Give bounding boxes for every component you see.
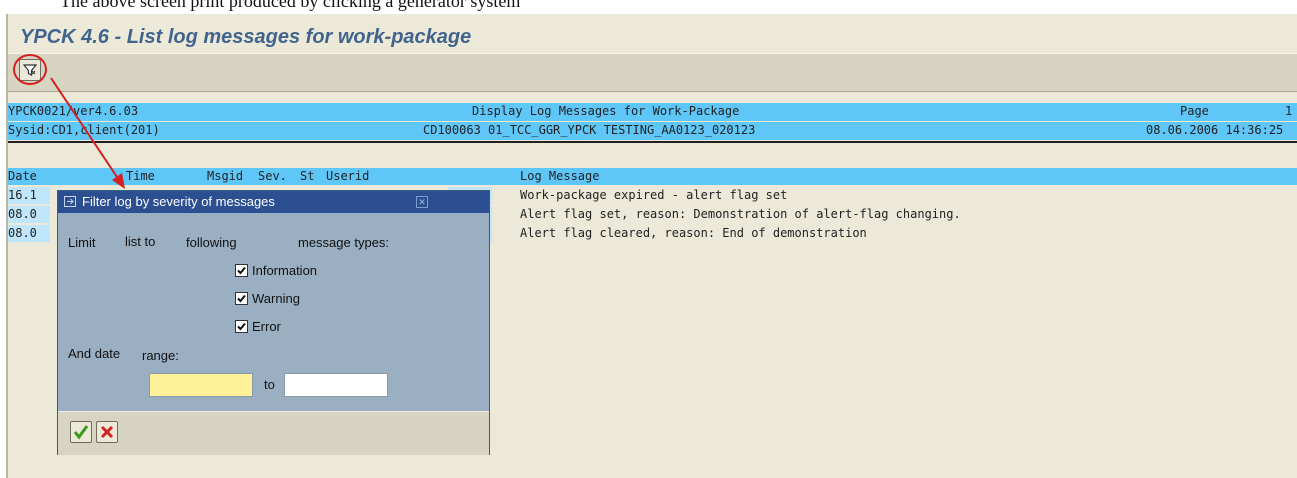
col-userid: Userid [326,169,370,183]
limit-label-2: list to [125,234,156,249]
dialog-window-icon [64,196,76,207]
checkmark-icon [237,266,246,275]
report-program-id: YPCK0021/ver4.6.03 [8,104,139,118]
col-time: Time [126,169,155,183]
col-log-message: Log Message [520,169,600,183]
report-datetime: 08.06.2006 14:36:25 [1146,123,1284,137]
warning-label: Warning [252,291,300,306]
row-message: Work-package expired - alert flag set [520,188,788,202]
limit-label-4: message types: [298,235,390,250]
limit-label-3: following [186,235,237,250]
cancel-x-icon [100,425,114,439]
row-message: Alert flag set, reason: Demonstration of… [520,207,961,221]
row-date: 08.0 [8,226,37,240]
error-label: Error [252,319,281,334]
application-toolbar [8,53,1297,92]
report-title: Display Log Messages for Work-Package [472,104,740,118]
date-range-label-2: range: [142,348,179,363]
error-checkbox[interactable] [235,320,248,333]
date-to-input[interactable] [284,373,388,397]
date-range-label-1: And date [68,346,121,361]
dialog-footer [58,411,489,455]
confirm-button[interactable] [70,421,92,443]
cancel-button[interactable] [96,421,118,443]
warning-checkbox[interactable] [235,292,248,305]
report-workpackage: CD100063 01_TCC_GGR_YPCK TESTING_AA0123_… [423,123,756,137]
column-header-row: Date Time Msgid Sev. St Userid Log Messa… [8,168,1297,185]
report-header-line2: Sysid:CD1,client(201) CD100063 01_TCC_GG… [8,122,1297,140]
checkmark-icon [237,322,246,331]
date-from-input[interactable] [149,373,253,397]
annotation-circle [13,54,47,85]
report-header-line1: YPCK0021/ver4.6.03 Display Log Messages … [8,103,1297,121]
information-label: Information [252,263,318,278]
checkmark-icon [237,294,246,303]
col-sev: Sev. [258,169,287,183]
dialog-title: Filter log by severity of messages [82,194,275,209]
col-st: St [300,169,315,183]
col-date: Date [8,169,37,183]
page-label: Page [1180,104,1209,118]
row-date: 08.0 [8,207,37,221]
close-icon[interactable]: ✕ [416,196,428,208]
check-icon [73,425,89,440]
row-message: Alert flag cleared, reason: End of demon… [520,226,867,240]
page-title: YPCK 4.6 - List log messages for work-pa… [20,26,472,48]
header-divider [8,141,1297,143]
to-label: to [264,377,275,392]
page-number: 1 [1285,104,1293,118]
dialog-titlebar[interactable]: Filter log by severity of messages ✕ [58,191,489,213]
clipped-caption-text: The above screen print produced by click… [60,0,521,11]
clipped-caption: The above screen print produced by click… [0,0,1297,14]
information-checkbox[interactable] [235,264,248,277]
limit-label-1: Limit [68,235,96,250]
report-sysid: Sysid:CD1,client(201) [8,123,160,137]
filter-dialog: Filter log by severity of messages ✕ Lim… [57,190,490,455]
col-msgid: Msgid [207,169,244,183]
row-date: 16.1 [8,188,37,202]
